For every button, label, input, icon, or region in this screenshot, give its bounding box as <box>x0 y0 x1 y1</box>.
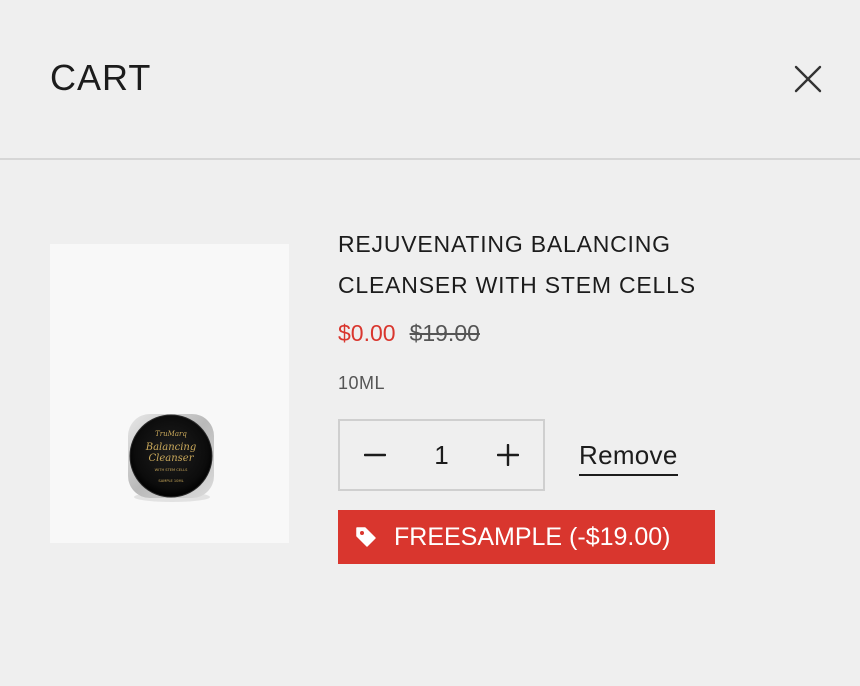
jar-size-line: SAMPLE 10ML <box>158 479 183 483</box>
discount-badge: FREESAMPLE (-$19.00) <box>338 510 715 564</box>
quantity-selector: 1 <box>338 419 545 491</box>
jar-brand-text: TruMarq <box>155 430 187 438</box>
price-row: $0.00 $19.00 <box>338 318 480 348</box>
jar-sub-line: WITH STEM CELLS <box>155 468 188 472</box>
tag-icon <box>356 527 376 547</box>
discount-label: FREESAMPLE (-$19.00) <box>394 523 671 551</box>
variant-label: 10ML <box>338 373 386 393</box>
jar-name-line2: Cleanser <box>149 453 195 464</box>
cart-title: CART <box>50 57 152 98</box>
quantity-input[interactable]: 1 <box>410 421 473 489</box>
cart-header: CART <box>0 0 860 160</box>
remove-button[interactable]: Remove <box>579 438 678 476</box>
compare-price: $19.00 <box>409 320 480 346</box>
cart-drawer: CART TruMarq Balancing Cleanser WITH STE… <box>0 0 860 686</box>
close-button[interactable] <box>788 59 828 99</box>
jar-name-line1: Balancing <box>145 442 197 453</box>
sale-price: $0.00 <box>338 320 396 346</box>
close-icon <box>794 65 822 93</box>
product-image[interactable]: TruMarq Balancing Cleanser WITH STEM CEL… <box>50 244 289 543</box>
plus-icon <box>497 444 519 466</box>
product-jar-image: TruMarq Balancing Cleanser WITH STEM CEL… <box>128 414 214 502</box>
minus-icon <box>364 453 386 457</box>
cart-line-item: TruMarq Balancing Cleanser WITH STEM CEL… <box>0 160 860 686</box>
product-title[interactable]: REJUVENATING BALANCING CLEANSER WITH STE… <box>338 224 738 306</box>
increase-quantity-button[interactable] <box>473 421 543 489</box>
decrease-quantity-button[interactable] <box>340 421 410 489</box>
